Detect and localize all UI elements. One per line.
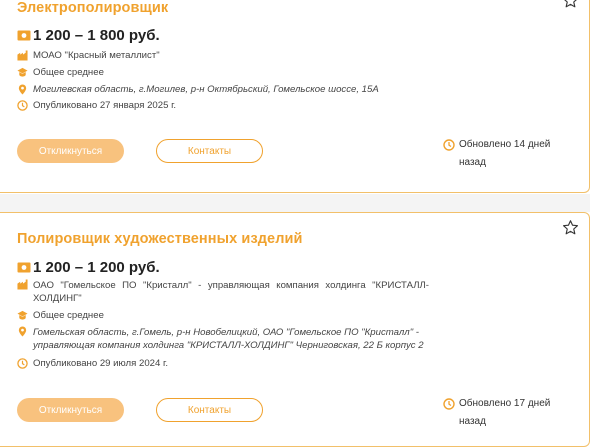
address: Гомельская область, г.Гомель, р-н Новобе…	[33, 327, 424, 351]
education-row: Общее среднее	[17, 310, 104, 321]
location-pin-icon	[18, 84, 27, 95]
star-icon[interactable]	[562, 0, 579, 9]
published-date: Опубликовано 27 января 2025 г.	[33, 100, 177, 111]
salary-row: 1 200 – 1 800 руб.	[17, 27, 160, 44]
vacancy-card[interactable]: Электрополировщик 1 200 – 1 800 руб. МОА…	[0, 0, 590, 193]
factory-icon	[17, 279, 28, 290]
published-row: Опубликовано 29 июля 2024 г.	[17, 358, 168, 369]
company-row: МОАО "Красный металлист"	[17, 50, 160, 61]
published-date: Опубликовано 29 июля 2024 г.	[33, 358, 168, 369]
card-separator	[0, 194, 590, 212]
address-row: Могилевская область, г.Могилев, р-н Октя…	[17, 84, 379, 95]
money-icon	[17, 30, 31, 41]
contacts-button[interactable]: Контакты	[156, 139, 263, 163]
vacancy-title[interactable]: Полировщик художественных изделий	[17, 231, 303, 247]
address: Могилевская область, г.Могилев, р-н Октя…	[33, 84, 379, 95]
clock-icon	[443, 139, 455, 151]
vacancy-card[interactable]: Полировщик художественных изделий 1 200 …	[0, 212, 590, 447]
education: Общее среднее	[33, 67, 104, 78]
clock-icon	[17, 358, 28, 369]
graduation-cap-icon	[17, 67, 28, 77]
updated-info: Обновлено 14 дней назад	[443, 136, 559, 172]
money-icon	[17, 262, 31, 273]
company-name[interactable]: МОАО "Красный металлист"	[33, 50, 160, 61]
updated-info: Обновлено 17 дней назад	[443, 395, 559, 431]
star-icon[interactable]	[562, 219, 579, 236]
education-row: Общее среднее	[17, 67, 104, 78]
contacts-button[interactable]: Контакты	[156, 398, 263, 422]
graduation-cap-icon	[17, 310, 28, 320]
salary: 1 200 – 1 800 руб.	[33, 27, 160, 44]
education: Общее среднее	[33, 310, 104, 321]
salary-row: 1 200 – 1 200 руб.	[17, 259, 160, 276]
salary: 1 200 – 1 200 руб.	[33, 259, 160, 276]
published-row: Опубликовано 27 января 2025 г.	[17, 100, 176, 111]
clock-icon	[17, 100, 28, 111]
updated-text: Обновлено 14 дней назад	[459, 139, 551, 168]
apply-button[interactable]: Откликнуться	[17, 139, 124, 163]
company-row: ОАО "Гомельское ПО "Кристалл" - управляю…	[17, 279, 429, 305]
updated-text: Обновлено 17 дней назад	[459, 398, 551, 427]
address-row: Гомельская область, г.Гомель, р-н Новобе…	[17, 326, 429, 352]
apply-button[interactable]: Откликнуться	[17, 398, 124, 422]
vacancy-title[interactable]: Электрополировщик	[17, 0, 168, 16]
company-name[interactable]: ОАО "Гомельское ПО "Кристалл" - управляю…	[33, 279, 429, 305]
location-pin-icon	[18, 326, 27, 337]
factory-icon	[17, 50, 28, 61]
clock-icon	[443, 398, 455, 410]
